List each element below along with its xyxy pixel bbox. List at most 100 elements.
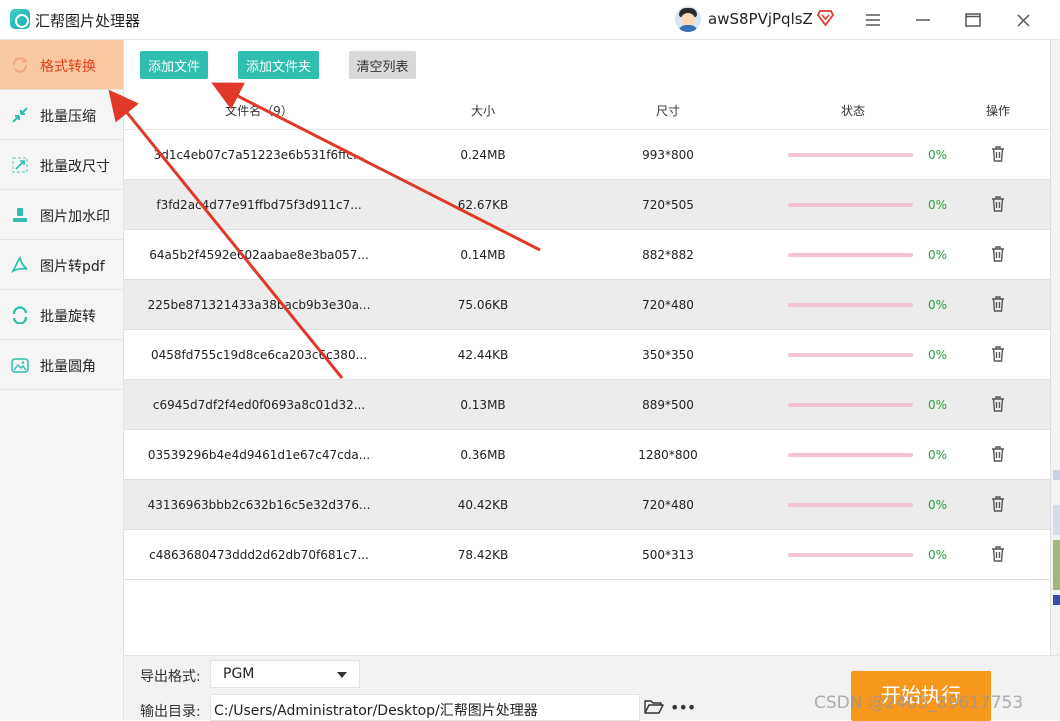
status-percent: 0% (928, 248, 948, 262)
status-percent: 0% (928, 148, 948, 162)
sidebar-item-pdf[interactable]: 图片转pdf (0, 240, 123, 290)
size-cell: 75.06KB (457, 298, 509, 312)
edge-chip (1053, 540, 1060, 590)
trash-icon[interactable] (991, 396, 1005, 412)
dimensions-cell: 882*882 (642, 248, 694, 262)
dimensions-cell: 720*480 (642, 498, 694, 512)
dimensions-cell: 500*313 (642, 548, 694, 562)
filename-cell: 225be871321433a38bacb9b3e30a... (147, 298, 371, 312)
status-percent: 0% (928, 398, 948, 412)
filename-cell: c6945d7df2f4ed0f0693a8c01d32... (152, 398, 366, 412)
filename-cell: 0458fd755c19d8ce6ca203c6c380... (150, 348, 368, 362)
output-dir-field[interactable]: C:/Users/Administrator/Desktop/汇帮图片处理器 (210, 694, 640, 721)
size-cell: 0.14MB (460, 248, 506, 262)
edge-chip (1053, 505, 1060, 535)
filename-cell: 64a5b2f4592e602aabae8e3ba057... (149, 248, 369, 262)
sidebar-item-format-convert[interactable]: 格式转换 (0, 40, 123, 90)
sidebar-item-label: 图片转pdf (40, 259, 105, 275)
progress-bar (788, 353, 913, 357)
dimensions-cell: 889*500 (642, 398, 694, 412)
progress-bar (788, 303, 913, 307)
trash-icon[interactable] (991, 146, 1005, 162)
sidebar-item-rotate[interactable]: 批量旋转 (0, 290, 123, 340)
size-cell: 42.44KB (457, 348, 509, 362)
size-cell: 62.67KB (457, 198, 509, 212)
dimensions-cell: 1280*800 (638, 448, 698, 462)
progress-bar (788, 153, 913, 157)
dimensions-cell: 720*505 (642, 198, 694, 212)
table-row[interactable]: 03539296b4e4d9461d1e67c47cda... 0.36MB 1… (124, 430, 1050, 480)
file-list: 3d1c4eb07c7a51223e6b531f6ffc... 0.24MB 9… (124, 130, 1050, 580)
sidebar-item-resize[interactable]: 批量改尺寸 (0, 140, 123, 190)
table-row[interactable]: c6945d7df2f4ed0f0693a8c01d32... 0.13MB 8… (124, 380, 1050, 430)
folder-icon[interactable] (644, 699, 664, 715)
table-row[interactable]: c4863680473ddd2d62db70f681c7... 78.42KB … (124, 530, 1050, 580)
progress-bar (788, 453, 913, 457)
dimensions-cell: 720*480 (642, 298, 694, 312)
progress-bar (788, 253, 913, 257)
sidebar-item-round-corner[interactable]: 批量圆角 (0, 340, 123, 390)
format-label: 导出格式: (140, 669, 201, 685)
add-folder-button[interactable]: 添加文件夹 (238, 51, 319, 79)
trash-icon[interactable] (991, 546, 1005, 562)
size-cell: 78.42KB (457, 548, 509, 562)
trash-icon[interactable] (991, 196, 1005, 212)
status-percent: 0% (928, 298, 948, 312)
filename-cell: f3fd2ac4d77e91ffbd75f3d911c7... (156, 198, 362, 212)
table-row[interactable]: 0458fd755c19d8ce6ca203c6c380... 42.44KB … (124, 330, 1050, 380)
progress-bar (788, 203, 913, 207)
sidebar: 格式转换 批量压缩 批量改尺寸 图片加水印 图片转pdf 批量旋转 批量圆角 (0, 40, 124, 720)
close-icon[interactable] (1011, 8, 1035, 32)
table-row[interactable]: 225be871321433a38bacb9b3e30a... 75.06KB … (124, 280, 1050, 330)
size-cell: 0.24MB (460, 148, 506, 162)
trash-icon[interactable] (991, 446, 1005, 462)
vip-diamond-icon[interactable] (817, 10, 834, 26)
add-file-button[interactable]: 添加文件 (140, 51, 208, 79)
column-header-filename[interactable]: 文件名（9） (225, 102, 293, 119)
table-row[interactable]: 64a5b2f4592e602aabae8e3ba057... 0.14MB 8… (124, 230, 1050, 280)
user-avatar[interactable] (675, 6, 701, 32)
format-value: PGM (223, 666, 255, 682)
user-name[interactable]: awS8PVjPqlsZ (708, 10, 813, 28)
progress-bar (788, 503, 913, 507)
watermark-text: CSDN @2403_89617753 (814, 693, 1024, 713)
column-header-size[interactable]: 大小 (471, 102, 495, 119)
size-cell: 40.42KB (457, 498, 509, 512)
column-header-status[interactable]: 状态 (841, 102, 865, 119)
resize-icon (12, 157, 28, 173)
table-row[interactable]: f3fd2ac4d77e91ffbd75f3d911c7... 62.67KB … (124, 180, 1050, 230)
rotate-icon (12, 306, 28, 324)
trash-icon[interactable] (991, 496, 1005, 512)
sidebar-item-watermark[interactable]: 图片加水印 (0, 190, 123, 240)
trash-icon[interactable] (991, 346, 1005, 362)
minimize-icon[interactable] (911, 8, 935, 32)
watermark-icon (13, 208, 27, 222)
filename-cell: 43136963bbb2c632b16c5e32d376... (147, 498, 371, 512)
filename-cell: c4863680473ddd2d62db70f681c7... (149, 548, 369, 562)
clear-list-button[interactable]: 清空列表 (349, 51, 416, 79)
dimensions-cell: 993*800 (642, 148, 694, 162)
sidebar-item-label: 批量旋转 (40, 309, 96, 325)
sidebar-item-label: 批量圆角 (40, 359, 96, 375)
trash-icon[interactable] (991, 296, 1005, 312)
background-window-edge (1050, 40, 1060, 720)
status-percent: 0% (928, 348, 948, 362)
trash-icon[interactable] (991, 246, 1005, 262)
menu-icon[interactable] (861, 8, 885, 32)
status-percent: 0% (928, 498, 948, 512)
maximize-icon[interactable] (961, 8, 985, 32)
sidebar-item-compress[interactable]: 批量压缩 (0, 90, 123, 140)
pdf-icon (11, 256, 28, 274)
size-cell: 0.13MB (460, 398, 506, 412)
more-icon[interactable]: ••• (670, 698, 696, 717)
sidebar-item-label: 图片加水印 (40, 209, 110, 225)
status-percent: 0% (928, 198, 948, 212)
table-row[interactable]: 43136963bbb2c632b16c5e32d376... 40.42KB … (124, 480, 1050, 530)
progress-bar (788, 553, 913, 557)
column-header-dimensions[interactable]: 尺寸 (656, 102, 680, 119)
column-header-actions: 操作 (985, 104, 1011, 118)
table-row[interactable]: 3d1c4eb07c7a51223e6b531f6ffc... 0.24MB 9… (124, 130, 1050, 180)
dimensions-cell: 350*350 (642, 348, 694, 362)
format-select[interactable]: PGM (210, 660, 360, 688)
chevron-down-icon (337, 672, 347, 678)
